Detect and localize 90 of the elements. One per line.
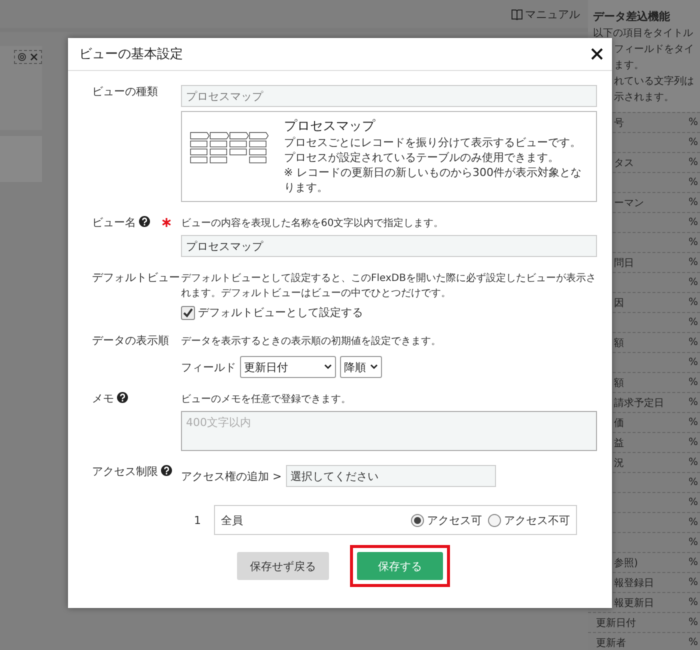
field-code: %: [688, 317, 698, 328]
view-type-field: プロセスマップ: [181, 85, 597, 107]
field-code: %: [688, 477, 698, 488]
field-name: 価: [614, 416, 624, 430]
access-select[interactable]: 選択してください: [286, 465, 496, 487]
field-code: %: [688, 597, 698, 608]
field-code: %: [688, 577, 698, 588]
field-name: 更新者: [596, 636, 626, 650]
field-name: 更新日付: [596, 616, 636, 630]
field-code: %: [688, 377, 698, 388]
panel-title: データ差込機能: [592, 9, 671, 25]
panel-text: フィールドをタイ: [614, 43, 694, 57]
close-icon[interactable]: [29, 52, 39, 62]
chevron-down-icon: [324, 364, 332, 370]
field-code: %: [688, 237, 698, 248]
field-code: %: [688, 417, 698, 428]
field-code: %: [688, 297, 698, 308]
manual-link[interactable]: マニュアル: [511, 6, 580, 22]
field-name: 益: [614, 436, 624, 450]
field-name: 況: [614, 456, 624, 470]
field-name: 問日: [614, 256, 634, 270]
help-icon[interactable]: [139, 216, 150, 227]
field-code: %: [688, 257, 698, 268]
field-code: %: [688, 637, 698, 648]
sort-field-select[interactable]: 更新日付: [240, 356, 336, 378]
close-icon: [590, 47, 604, 61]
hint-text: ビューのメモを任意で登録できます。: [181, 392, 352, 407]
description-text: プロセスごとにレコードを振り分けて表示するビューです。プロセスが設定されているテーブルのみ使用できます。: [284, 135, 582, 165]
field-code: %: [688, 277, 698, 288]
card-title: プロセスマップ: [284, 118, 376, 135]
description-text: ※ レコードの更新日の新しいものから300件が表示対象となります。: [284, 165, 582, 195]
field-code: %: [688, 137, 698, 148]
row-number: 1: [193, 514, 202, 526]
hint-text: データを表示するときの表示順の初期値を設定できます。: [181, 334, 442, 349]
view-name-field[interactable]: プロセスマップ: [181, 235, 597, 257]
field-name: 額: [614, 376, 624, 390]
field-name: 号: [614, 116, 624, 130]
field-code: %: [688, 397, 698, 408]
field-name: 因: [614, 296, 624, 310]
field-label: デフォルトビュー: [92, 271, 180, 285]
chevron-down-icon: [370, 364, 378, 370]
checkbox[interactable]: [181, 306, 195, 320]
field-code: %: [688, 337, 698, 348]
field-label: データの表示順: [92, 334, 169, 348]
checkbox-text[interactable]: デフォルトビューとして設定する: [198, 305, 363, 320]
field-code: %: [688, 217, 698, 228]
field-code: %: [688, 497, 698, 508]
field-code: %: [688, 357, 698, 368]
field-name: 参照): [614, 556, 638, 570]
field-label: ビューの種類: [92, 85, 158, 99]
field-name: 報登録日: [614, 576, 654, 590]
field-name: 請求予定日: [614, 396, 664, 410]
field-code: %: [688, 117, 698, 128]
book-icon: [511, 8, 523, 20]
hint-text: ビューの内容を表現した名称を60文字以内で指定します。: [181, 216, 445, 231]
field-name: タス: [614, 156, 634, 170]
help-icon[interactable]: [161, 465, 172, 476]
radio-button[interactable]: [488, 514, 501, 526]
radio-label[interactable]: アクセス不可: [504, 512, 570, 528]
field-name: ーマン: [614, 196, 644, 210]
panel-text: ます。: [614, 59, 644, 73]
field-label: メモ: [92, 392, 114, 406]
field-name: 額: [614, 336, 624, 350]
field-label: アクセス権の追加 >: [181, 468, 282, 484]
field-code: %: [688, 617, 698, 628]
field-name: 報更新日: [614, 596, 654, 610]
field-code: %: [688, 517, 698, 528]
field-code: %: [688, 157, 698, 168]
panel-text: 以下の項目をタイトル: [593, 26, 693, 41]
field-label: アクセス制限: [92, 465, 158, 479]
help-icon[interactable]: [117, 392, 128, 403]
field-code: %: [688, 437, 698, 448]
field-code: %: [688, 457, 698, 468]
radio-label[interactable]: アクセス可: [427, 512, 482, 528]
hint-text: デフォルトビューとして設定すると、このFlexDBを開いた際に必ず設定したビューが表示されます。デフォルトビューはビューの中でひとつだけです。: [181, 272, 597, 301]
panel-text: 示されます。: [614, 91, 674, 105]
entry-name: 全員: [221, 512, 243, 528]
field-code: %: [688, 557, 698, 568]
sort-order-select[interactable]: 降順: [340, 356, 382, 378]
field-label: フィールド: [181, 360, 236, 374]
field-code: %: [688, 537, 698, 548]
field-code: %: [688, 197, 698, 208]
back-button[interactable]: 保存せず戻る: [237, 552, 329, 580]
panel-text: れている文字列は: [614, 74, 694, 89]
field-code: %: [688, 177, 698, 188]
check-icon: [183, 308, 193, 318]
close-button[interactable]: [590, 47, 604, 61]
radio-button[interactable]: [411, 514, 424, 526]
dialog-title: ビューの基本設定: [79, 46, 183, 63]
field-label: ビュー名: [92, 216, 136, 230]
